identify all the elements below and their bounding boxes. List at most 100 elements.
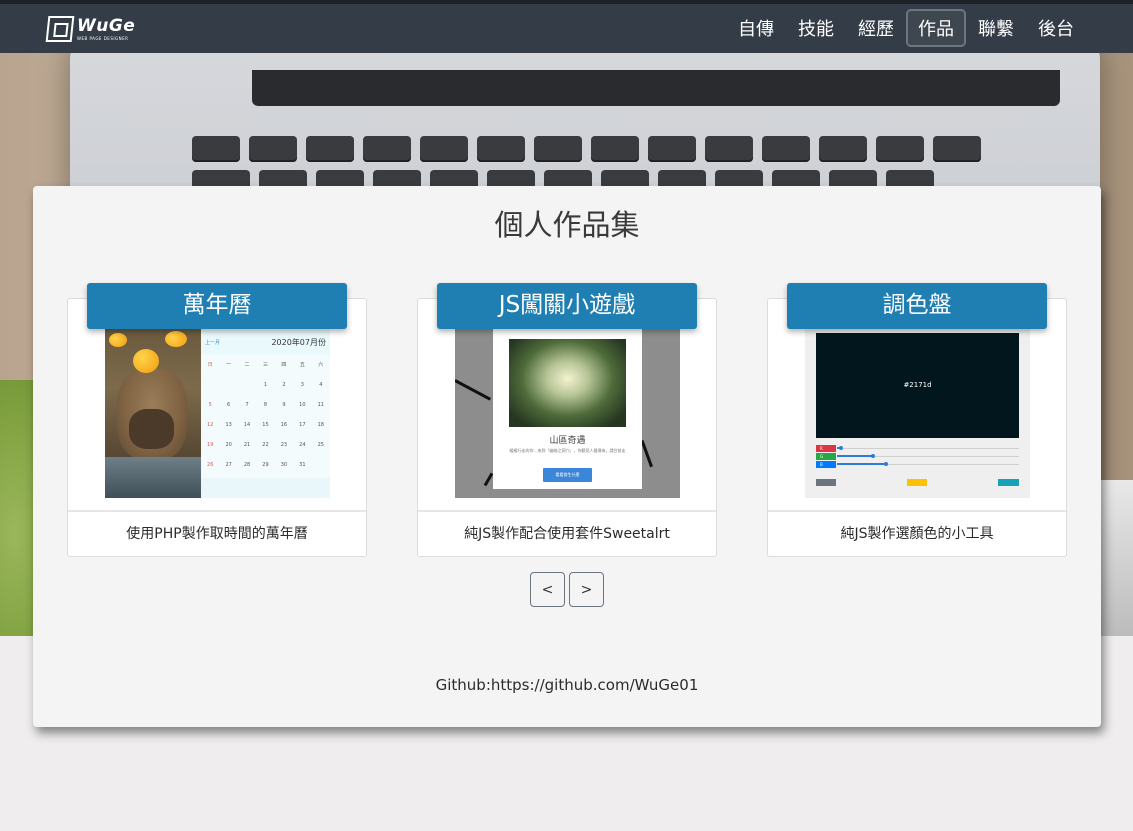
calendar-day: 14 — [243, 422, 251, 428]
calendar-day: 28 — [243, 462, 251, 468]
card-title: 調色盤 — [787, 283, 1047, 329]
slider-fill — [837, 455, 873, 457]
carousel-pager: < > — [530, 572, 604, 607]
card-divider — [418, 510, 716, 512]
calendar-day: 9 — [282, 402, 286, 408]
calendar-day: 21 — [243, 442, 251, 448]
color-slider-b[interactable]: B — [816, 461, 1019, 468]
calendar-day: 24 — [299, 442, 306, 448]
cp-button-gray — [816, 479, 836, 486]
slider-handle[interactable] — [871, 454, 875, 458]
card-caption: 純JS製作配合使用套件Sweetalrt — [464, 526, 670, 542]
calendar-day: 19 — [207, 442, 214, 448]
logo-name: WuGe — [77, 15, 136, 36]
calendar-day: 6 — [227, 402, 231, 408]
next-button[interactable]: > — [569, 572, 604, 607]
color-slider-label: B — [816, 461, 836, 468]
navbar: WuGe WEB PAGE DESIGNER 自傳 技能 經歷 作品 聯繫 後台 — [0, 0, 1133, 53]
calendar-day — [312, 462, 330, 468]
calendar-day: 16 — [280, 422, 288, 428]
color-slider-label: G — [816, 453, 836, 460]
calendar-day: 12 — [207, 422, 214, 428]
slider-handle[interactable] — [839, 446, 843, 450]
calendar-day: 3 — [300, 382, 304, 388]
nav-item-works[interactable]: 作品 — [906, 9, 966, 47]
calendar-thumbnail[interactable]: 上一月 2020年07月份 日一二三四五六 1 2 3 4 5 6 7 8 9 10 11 12 13 14… — [105, 329, 330, 498]
calendar-day: 1 — [263, 382, 268, 388]
calendar-month: 2020年07月份 — [271, 337, 326, 347]
nav-item-admin[interactable]: 後台 — [1026, 9, 1086, 47]
calendar-day: 25 — [317, 442, 324, 448]
calendar-day: 30 — [280, 462, 288, 468]
nav-item-skills[interactable]: 技能 — [786, 9, 846, 47]
logo[interactable]: WuGe WEB PAGE DESIGNER — [45, 15, 136, 42]
capybara-photo — [105, 329, 201, 498]
logo-subtitle: WEB PAGE DESIGNER — [77, 35, 129, 41]
calendar-day — [201, 382, 219, 388]
cp-button-yellow — [907, 479, 927, 486]
calendar-weekday: 五 — [299, 362, 305, 368]
calendar-day: 11 — [317, 402, 324, 408]
game-thumbnail[interactable]: 山區奇遇 緩緩行走的你…來到「幽暗之洞穴」，你聽見人聲傳來，請往前走 看看發生什… — [455, 329, 680, 498]
calendar-day: 31 — [299, 462, 306, 468]
calendar-day: 7 — [245, 402, 249, 408]
calendar-weekday: 六 — [318, 362, 324, 368]
calendar-weekday: 一 — [226, 362, 232, 368]
game-dialog-button: 看看發生什麼 — [543, 468, 592, 482]
color-slider-label: R — [816, 445, 836, 452]
calendar-prev-link: 上一月 — [205, 339, 221, 346]
game-dialog: 山區奇遇 緩緩行走的你…來到「幽暗之洞穴」，你聽見人聲傳來，請往前走 看看發生什… — [493, 329, 642, 489]
logo-icon — [45, 16, 75, 42]
calendar-day: 2 — [282, 382, 286, 388]
color-picker-thumbnail[interactable]: #2171d RGB — [805, 329, 1030, 498]
portfolio-card-calendar[interactable]: 萬年曆 上一月 2020年07月份 日一二三四五六 1 2 3 4 5 6 7 8 9 10 11 12… — [67, 283, 367, 557]
calendar-day: 8 — [263, 402, 268, 408]
cp-button-teal — [998, 479, 1019, 486]
calendar-weekday: 三 — [262, 362, 268, 368]
page-title: 個人作品集 — [494, 208, 640, 242]
laptop-hinge — [252, 70, 1060, 106]
calendar-day: 20 — [225, 442, 232, 448]
calendar-day: 29 — [262, 462, 269, 468]
portfolio-card-js-game[interactable]: JS闖關小遊戲 山區奇遇 緩緩行走的你…來到「幽暗之洞穴」，你聽見人聲傳來，請往… — [417, 283, 717, 557]
github-link[interactable]: Github:https://github.com/WuGe01 — [33, 676, 1101, 694]
card-divider — [68, 510, 366, 512]
calendar-weekday: 二 — [244, 362, 250, 368]
calendar-day: 15 — [262, 422, 269, 428]
card-title: JS闖關小遊戲 — [437, 283, 697, 329]
color-slider-g[interactable]: G — [816, 453, 1019, 460]
card-caption: 使用PHP製作取時間的萬年曆 — [126, 526, 308, 542]
calendar-weekday: 日 — [207, 362, 213, 368]
nav-item-contact[interactable]: 聯繫 — [966, 9, 1026, 47]
color-preview: #2171d — [816, 333, 1019, 438]
nav-item-autobiography[interactable]: 自傳 — [726, 9, 786, 47]
calendar-day: 22 — [262, 442, 269, 448]
calendar-day: 27 — [225, 462, 232, 468]
calendar-day: 5 — [208, 402, 212, 408]
card-title: 萬年曆 — [87, 283, 347, 329]
card-divider — [768, 510, 1066, 512]
calendar-day — [238, 382, 256, 388]
calendar-table: 上一月 2020年07月份 日一二三四五六 1 2 3 4 5 6 7 8 9 10 11 12 13 14… — [201, 329, 330, 498]
calendar-day: 17 — [299, 422, 306, 428]
slider-track — [837, 448, 1019, 449]
color-slider-r[interactable]: R — [816, 445, 1019, 452]
nav-menu: 自傳 技能 經歷 作品 聯繫 後台 — [726, 9, 1086, 47]
calendar-day: 13 — [225, 422, 232, 428]
portfolio-card-color-picker[interactable]: 調色盤 #2171d RGB 純JS製作選顏色的小工具 — [767, 283, 1067, 557]
card-caption: 純JS製作選顏色的小工具 — [840, 526, 994, 542]
calendar-day: 18 — [317, 422, 324, 428]
slider-handle[interactable] — [884, 462, 888, 466]
calendar-day: 10 — [299, 402, 306, 408]
calendar-day — [219, 382, 237, 388]
slider-fill — [837, 463, 886, 465]
portfolio-panel: 個人作品集 萬年曆 上一月 2020年07月份 日一二三四五六123456789… — [33, 186, 1101, 727]
calendar-day: 26 — [207, 462, 214, 468]
calendar-grid: 日一二三四五六 1 2 3 4 5 6 7 8 9 10 11 12 13 14 15 16 17 18 19 20 21… — [201, 355, 330, 468]
calendar-day: 4 — [319, 382, 323, 388]
game-dialog-text: 緩緩行走的你…來到「幽暗之洞穴」，你聽見人聲傳來，請往前走 — [509, 448, 626, 453]
prev-button[interactable]: < — [530, 572, 565, 607]
game-dialog-title: 山區奇遇 — [549, 436, 586, 446]
nav-item-experience[interactable]: 經歷 — [846, 9, 906, 47]
calendar-day: 23 — [280, 442, 288, 448]
